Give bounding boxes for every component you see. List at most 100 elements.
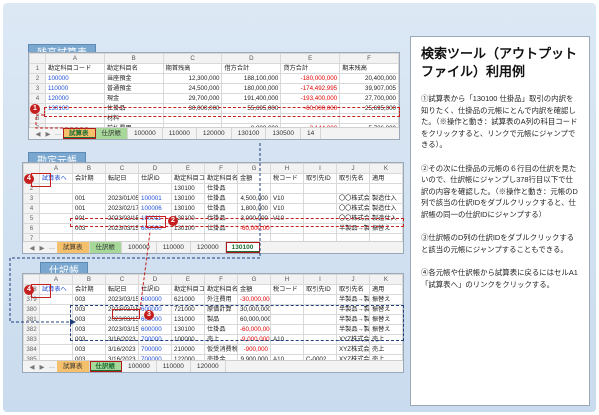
sheet-tab-110000[interactable]: 110000: [163, 128, 197, 139]
column-letter: K: [369, 274, 403, 285]
header-cell: 会計期: [72, 284, 106, 295]
cell: 3/16/2023: [105, 344, 139, 355]
cell: 180,000,000: [221, 83, 282, 94]
more-sheets-icon[interactable]: …: [47, 244, 57, 251]
row-number: 4: [29, 93, 46, 104]
column-letter: B: [72, 274, 106, 285]
cell: 当座預金: [103, 73, 164, 84]
trial-sheet: A B C D E F 1 勘定科目コード 勘定科目名 期首残高 借方合計 貸方合計 期末残高 2 1000…: [28, 52, 400, 140]
cell-link[interactable]: 110000: [45, 83, 105, 94]
column-letter: F: [204, 274, 238, 285]
prev-sheet-icon[interactable]: ◀: [27, 363, 37, 371]
prev-sheet-icon[interactable]: ◀: [33, 130, 43, 138]
info-step-2: ②その次に仕掛品の元帳の６行目の仕訳を見たいので、仕訳帳にジャンプし378行目以…: [421, 163, 578, 219]
cell-link[interactable]: 700000: [138, 344, 172, 355]
cell: 621000: [171, 294, 205, 305]
cell: -900,000: [237, 344, 271, 355]
sheet-tab-試算表[interactable]: 試算表: [57, 242, 90, 253]
cell: 振替え: [369, 294, 403, 305]
cell-link[interactable]: 120000: [45, 93, 105, 104]
cell: [303, 193, 337, 204]
sheet-tab-14[interactable]: 14: [301, 128, 322, 139]
sheet-tab-仕訳帳[interactable]: 仕訳帳: [95, 128, 128, 139]
sheet-tab-110000[interactable]: 110000: [157, 242, 191, 253]
sheet-tab-130100[interactable]: 130100: [225, 242, 261, 253]
sheet-tab-試算表[interactable]: 試算表: [57, 361, 90, 372]
more-sheets-icon[interactable]: …: [47, 363, 57, 370]
journal-sheetbar: ◀ ▶ … 試算表 仕訳帳 100000 110000 120000: [23, 360, 403, 372]
header-cell: 勘定科目名: [204, 173, 238, 184]
ledger-tabs: 試算表 仕訳帳 100000 110000 120000 130100: [57, 242, 261, 253]
header-cell: 勘定科目コード: [45, 63, 105, 74]
column-letter: I: [303, 274, 337, 285]
info-step-4: ④各元帳や仕訳帳から試算表に戻るにはセルA1「試算表へ」のリンクをクリックする。: [421, 268, 578, 289]
cell: 1,800,000: [237, 203, 271, 214]
column-letter: G: [237, 274, 271, 285]
table-row: 3 001 2023/01/05 100001 130100 仕掛品 4,500,000 V1…: [23, 193, 403, 204]
header-cell: 転記日: [105, 284, 139, 295]
column-letter: H: [270, 274, 304, 285]
cell-link[interactable]: 100001: [138, 193, 172, 204]
cell: 12,300,000: [162, 73, 223, 84]
sheet-tab-130500[interactable]: 130500: [266, 128, 302, 139]
cell: [39, 223, 73, 234]
cell-link[interactable]: 600000: [138, 294, 172, 305]
journal-tabs: 試算表 仕訳帳 100000 110000 120000: [57, 361, 226, 372]
cell: 仕掛品: [204, 183, 238, 194]
cell-link[interactable]: 100000: [45, 73, 105, 84]
cell: 4,500,000: [237, 193, 271, 204]
sheet-tab-120000[interactable]: 120000: [191, 361, 226, 372]
column-letter: E: [171, 163, 205, 174]
row-number: 1: [29, 63, 46, 74]
column-letter: F: [339, 53, 399, 64]
header-cell: 貸方合計: [280, 63, 341, 74]
ledger-sheet: ABCDEFGHIJK1試算表へ会計期転記日仕訳ID勘定科目コード勘定科目名金額…: [22, 162, 404, 254]
cell: -180,000,000: [280, 73, 341, 84]
sheet-tab-試算表[interactable]: 試算表: [63, 128, 96, 139]
next-sheet-icon[interactable]: ▶: [37, 244, 47, 252]
header-cell: 取引先名: [336, 284, 370, 295]
cell: 仮受消費税: [204, 344, 238, 355]
ledger-a1-box: [31, 173, 51, 187]
sheet-tab-130100[interactable]: 130100: [232, 128, 267, 139]
cell: 〇〇株式会社: [336, 203, 370, 214]
ledger-sheetbar: ◀ ▶ … 試算表 仕訳帳 100000 110000 120000 130100: [23, 241, 403, 253]
row-number: 383: [23, 334, 40, 345]
cell: [369, 183, 403, 194]
row-number: 380: [23, 304, 40, 315]
cell: 2023/01/05: [105, 193, 139, 204]
header-cell: 取引先名: [336, 173, 370, 184]
cell: 24,500,000: [162, 83, 223, 94]
cell: [303, 344, 337, 355]
sheet-tab-120000[interactable]: 120000: [197, 128, 232, 139]
sheet-tab-仕訳帳[interactable]: 仕訳帳: [89, 242, 122, 253]
cell-link[interactable]: 100006: [138, 203, 172, 214]
sheet-tab-110000[interactable]: 110000: [157, 361, 191, 372]
next-sheet-icon[interactable]: ▶: [43, 130, 53, 138]
sheet-tab-120000[interactable]: 120000: [191, 242, 226, 253]
cell: [237, 183, 271, 194]
more-sheets-icon[interactable]: …: [53, 130, 63, 137]
trial-table: A B C D E F 1 勘定科目コード 勘定科目名 期首残高 借方合計 貸方合計 期末残高 2 1000…: [29, 53, 399, 134]
trial-tabs: 試算表 仕訳帳 100000 110000 120000 130100 130500 14: [63, 128, 322, 139]
info-title: 検索ツール（アウトプットファイル）利用例: [421, 46, 578, 79]
column-letter: J: [336, 274, 370, 285]
header-cell: 税コード: [270, 284, 304, 295]
sheet-tab-100000[interactable]: 100000: [122, 242, 157, 253]
sheet-tab-100000[interactable]: 100000: [122, 361, 157, 372]
column-letter: G: [237, 163, 271, 174]
cell: [39, 304, 73, 315]
sheet-tab-仕訳帳[interactable]: 仕訳帳: [89, 361, 122, 372]
trial-sheetbar: ◀ ▶ … 試算表 仕訳帳 100000 110000 120000 130100 1305…: [29, 127, 399, 139]
cell: -30,000,000: [237, 294, 271, 305]
header-cell: 仕訳ID: [138, 284, 172, 295]
row-number: 4: [23, 203, 40, 214]
prev-sheet-icon[interactable]: ◀: [27, 244, 37, 252]
next-sheet-icon[interactable]: ▶: [37, 363, 47, 371]
cell: V10: [270, 193, 304, 204]
column-letter: [29, 53, 46, 64]
sheet-tab-100000[interactable]: 100000: [128, 128, 163, 139]
cell: V10: [270, 203, 304, 214]
cell: [39, 314, 73, 325]
cell: 130100: [171, 203, 205, 214]
